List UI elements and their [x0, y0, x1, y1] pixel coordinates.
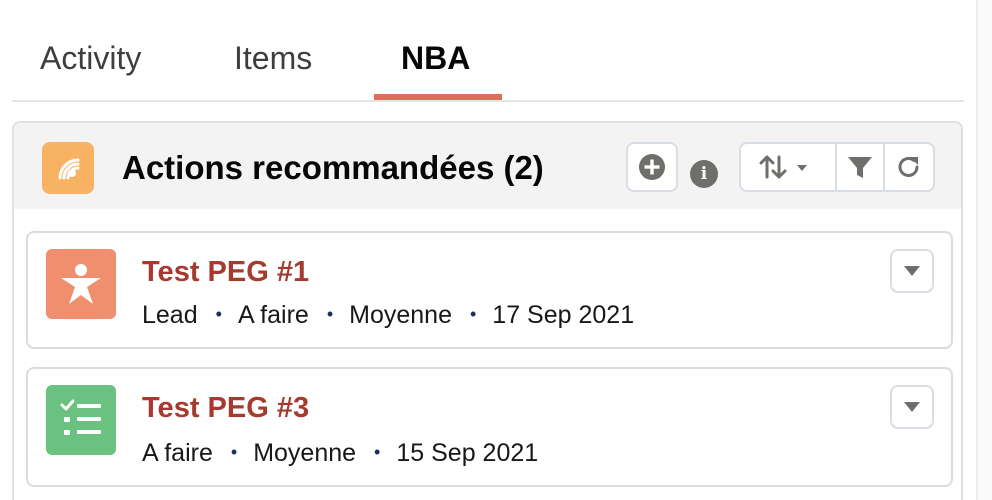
recommendations-card: Actions recommandées (2) i Test PEG #1 L…: [12, 121, 963, 500]
item-menu-button[interactable]: [890, 385, 934, 429]
action-item: Test PEG #1 Lead • A faire • Moyenne • 17 Sep …: [26, 231, 953, 349]
meta-separator: •: [230, 442, 238, 462]
meta-value: Moyenne: [349, 301, 452, 329]
action-title-link[interactable]: Test PEG #3: [142, 391, 309, 425]
chevron-down-icon: [904, 402, 920, 412]
meta-value: 17 Sep 2021: [492, 301, 635, 329]
active-tab-indicator: [374, 94, 502, 100]
meta-separator: •: [326, 304, 334, 324]
meta-separator: •: [469, 304, 477, 324]
card-header: Actions recommandées (2) i: [14, 123, 961, 209]
action-item: Test PEG #3 A faire • Moyenne • 15 Sep 2021: [26, 367, 953, 487]
filter-icon: [848, 157, 872, 178]
meta-separator: •: [374, 442, 381, 462]
add-icon: [639, 154, 665, 180]
refresh-button[interactable]: [883, 144, 933, 190]
checklist-icon: [46, 385, 116, 455]
tab-activity[interactable]: Activity: [40, 38, 141, 78]
add-action-button[interactable]: [626, 142, 678, 192]
tab-items[interactable]: Items: [234, 38, 312, 78]
action-meta: Lead • A faire • Moyenne • 17 Sep 2021: [142, 299, 634, 333]
meta-value: Lead: [142, 301, 198, 329]
meta-value: 15 Sep 2021: [396, 439, 539, 467]
action-meta: A faire • Moyenne • 15 Sep 2021: [142, 437, 538, 471]
chevron-down-icon: [904, 266, 920, 276]
info-icon[interactable]: i: [690, 160, 718, 188]
meta-value: A faire: [237, 301, 309, 329]
meta-separator: •: [215, 304, 222, 324]
recommendation-icon: [42, 142, 94, 194]
side-panel-edge: [978, 0, 992, 500]
filter-button[interactable]: [835, 144, 883, 190]
toolbar-button-group: [739, 142, 935, 192]
meta-value: Moyenne: [253, 439, 357, 467]
tab-bar: Activity Items NBA: [12, 0, 964, 102]
action-title-link[interactable]: Test PEG #1: [142, 255, 309, 289]
sort-icon: [759, 155, 807, 179]
item-menu-button[interactable]: [890, 249, 934, 293]
person-icon: [46, 249, 116, 319]
refresh-icon: [898, 157, 919, 177]
card-title: Actions recommandées (2): [122, 149, 544, 186]
tab-nba[interactable]: NBA: [401, 38, 470, 78]
sort-button[interactable]: [741, 144, 835, 190]
meta-value: A faire: [142, 439, 213, 467]
